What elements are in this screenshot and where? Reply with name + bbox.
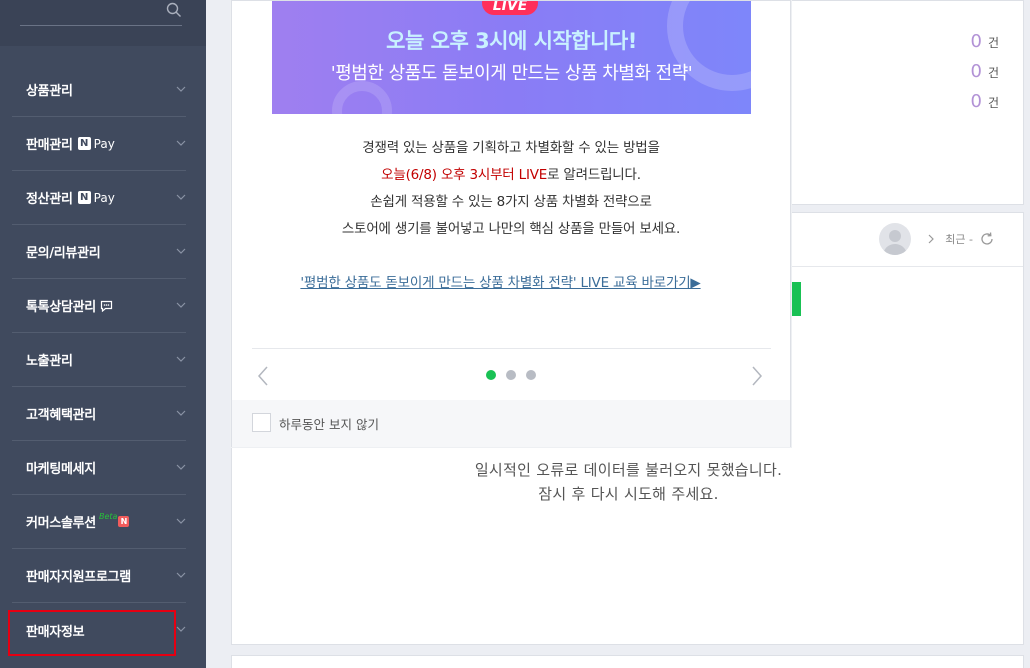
npay-badge: N Pay (77, 190, 115, 205)
chevron-down-icon (176, 572, 186, 578)
sidebar-item-inquiry-review[interactable]: 문의/리뷰관리 (12, 225, 186, 279)
sidebar-menu: 상품관리 판매관리 N Pay 정산관리 N Pay 문의/리뷰관리 톡톡상담관… (0, 63, 206, 657)
summary-count: 0 (970, 91, 982, 112)
sidebar-item-label: 마케팅메세지 (26, 462, 96, 477)
sidebar-item-customer-benefit[interactable]: 고객혜택관리 (12, 387, 186, 441)
sidebar-item-settlement[interactable]: 정산관리 N Pay (12, 171, 186, 225)
summary-row[interactable]: 0 건 (971, 91, 1000, 112)
sidebar-item-label: 커머스솔루션 (26, 516, 96, 531)
summary-count: 0 (970, 31, 982, 52)
sidebar-item-label: 노출관리 (26, 354, 73, 369)
summary-row[interactable]: 0 건 (971, 31, 1000, 52)
chevron-down-icon (176, 626, 186, 632)
npay-badge-text: Pay (93, 190, 115, 205)
pagination-dot[interactable] (526, 370, 536, 380)
description-line: 스토어에 생기를 불어넣고 나만의 핵심 상품을 만들어 보세요. (341, 221, 681, 237)
page-edge (1024, 0, 1030, 668)
summary-panel: 0 건 0 건 0 건 (788, 0, 1024, 205)
chevron-down-icon (176, 356, 186, 362)
description-line: 오늘(6/8) 오후 3시부터 LIVE로 알려드립니다. (232, 162, 790, 189)
sidebar-item-label: 정산관리 (26, 192, 73, 207)
npay-logo: N (77, 191, 91, 204)
description-line: 경쟁력 있는 상품을 기획하고 차별화할 수 있는 방법을 (362, 140, 660, 156)
chevron-down-icon (176, 194, 186, 200)
sidebar-item-label: 고객혜택관리 (26, 408, 96, 423)
description-line: 손쉽게 적용할 수 있는 8가지 상품 차별화 전략으로 (370, 194, 652, 210)
live-education-link[interactable]: '평범한 상품도 돋보이게 만드는 상품 차별화 전략' LIVE 교육 바로가… (232, 271, 769, 291)
sidebar-item-label: 상품관리 (26, 84, 73, 99)
avatar-icon[interactable] (879, 223, 911, 255)
sidebar-item-commerce-solution[interactable]: 커머스솔루션 Beta N (12, 495, 186, 549)
chevron-down-icon (176, 302, 186, 308)
chevron-right-icon (928, 234, 935, 244)
sidebar-item-exposure[interactable]: 노출관리 (12, 333, 186, 387)
dont-show-checkbox[interactable] (252, 413, 271, 432)
recent-update: 최근 - (927, 231, 995, 247)
description-text: 로 알려드립니다. (547, 167, 641, 183)
arrow-right-icon[interactable] (750, 365, 764, 387)
sidebar-item-product[interactable]: 상품관리 (12, 63, 186, 117)
search-input[interactable] (20, 0, 160, 24)
recent-label: 최근 - (945, 233, 973, 246)
chevron-down-icon (176, 410, 186, 416)
chevron-down-icon (176, 140, 186, 146)
npay-badge-text: Pay (93, 136, 115, 151)
sidebar-item-label: 판매관리 (26, 138, 73, 153)
dont-show-label[interactable]: 하루동안 보지 않기 (279, 414, 379, 433)
chevron-down-icon (176, 248, 186, 254)
banner-subtitle: '평범한 상품도 돋보이게 만드는 상품 차별화 전략' (330, 63, 693, 84)
chevron-down-icon (176, 518, 186, 524)
sidebar-item-marketing-message[interactable]: 마케팅메세지 (12, 441, 186, 495)
selection-highlight (8, 610, 176, 656)
divider (252, 348, 771, 349)
pagination-dot[interactable] (486, 370, 496, 380)
live-banner[interactable]: LIVE 오늘 오후 3시에 시작합니다! '평범한 상품도 돋보이게 만드는 … (272, 1, 751, 114)
npay-badge: N Pay (77, 136, 115, 151)
live-badge: LIVE (482, 1, 538, 15)
banner-headline: 오늘 오후 3시에 시작합니다! (386, 29, 637, 53)
summary-count: 0 (970, 61, 982, 82)
pagination-dots (486, 370, 546, 380)
sidebar: 상품관리 판매관리 N Pay 정산관리 N Pay 문의/리뷰관리 톡톡상담관… (0, 0, 206, 668)
refresh-icon[interactable] (979, 231, 995, 247)
chevron-down-icon (176, 464, 186, 470)
chat-icon (100, 300, 113, 312)
lower-panel (231, 655, 1024, 668)
notice-popup: LIVE 오늘 오후 3시에 시작합니다! '평범한 상품도 돋보이게 만드는 … (231, 0, 791, 447)
sidebar-item-label: 판매자지원프로그램 (26, 570, 131, 585)
sidebar-item-label: 문의/리뷰관리 (26, 246, 101, 261)
summary-unit: 건 (987, 96, 999, 110)
summary-row[interactable]: 0 건 (971, 61, 1000, 82)
sidebar-item-sales[interactable]: 판매관리 N Pay (12, 117, 186, 171)
sidebar-item-label: 톡톡상담관리 (26, 300, 96, 315)
npay-logo: N (77, 137, 91, 150)
arrow-left-icon[interactable] (256, 365, 270, 387)
pagination-dot[interactable] (506, 370, 516, 380)
beta-badge: Beta (98, 512, 118, 521)
popup-footer: 하루동안 보지 않기 (232, 400, 790, 447)
error-message: 일시적인 오류로 데이터를 불러오지 못했습니다. 잠시 후 다시 시도해 주세… (232, 458, 1025, 506)
search-icon[interactable] (166, 2, 182, 18)
chart-bar (791, 282, 801, 316)
summary-unit: 건 (987, 36, 999, 50)
banner-decoration (332, 81, 392, 114)
popup-description: 경쟁력 있는 상품을 기획하고 차별화할 수 있는 방법을 오늘(6/8) 오후… (232, 135, 790, 243)
error-line: 잠시 후 다시 시도해 주세요. (538, 485, 719, 503)
error-line: 일시적인 오류로 데이터를 불러오지 못했습니다. (474, 461, 783, 479)
chevron-down-icon (176, 86, 186, 92)
search-box (20, 0, 182, 26)
sidebar-item-talktalk[interactable]: 톡톡상담관리 (12, 279, 186, 333)
sidebar-item-seller-support[interactable]: 판매자지원프로그램 (12, 549, 186, 603)
summary-unit: 건 (987, 66, 999, 80)
live-schedule: 오늘(6/8) 오후 3시부터 LIVE (381, 167, 548, 183)
new-badge: N (118, 516, 130, 527)
